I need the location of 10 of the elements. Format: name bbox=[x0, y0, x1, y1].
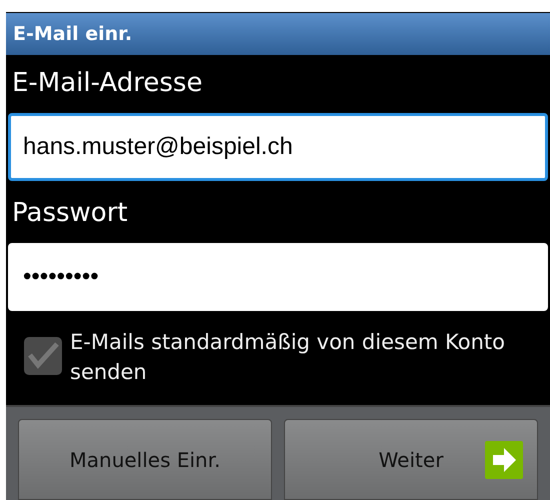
input-field[interactable]: ••••••••• bbox=[8, 243, 548, 311]
checkmark-icon bbox=[26, 341, 60, 371]
arrow-right-icon bbox=[485, 440, 523, 478]
next-button[interactable]: Weiter bbox=[284, 419, 538, 500]
input-field[interactable]: hans.muster@beispiel.ch bbox=[8, 113, 548, 181]
field-label: Passwort bbox=[11, 197, 129, 230]
window-title: E-Mail einr. bbox=[13, 22, 132, 47]
manual-setup-button[interactable]: Manuelles Einr. bbox=[18, 419, 272, 500]
field-label: E-Mail-Adresse bbox=[11, 67, 204, 100]
checkbox-label: E-Mails standardmäßig von diesem Konto senden bbox=[70, 329, 506, 386]
